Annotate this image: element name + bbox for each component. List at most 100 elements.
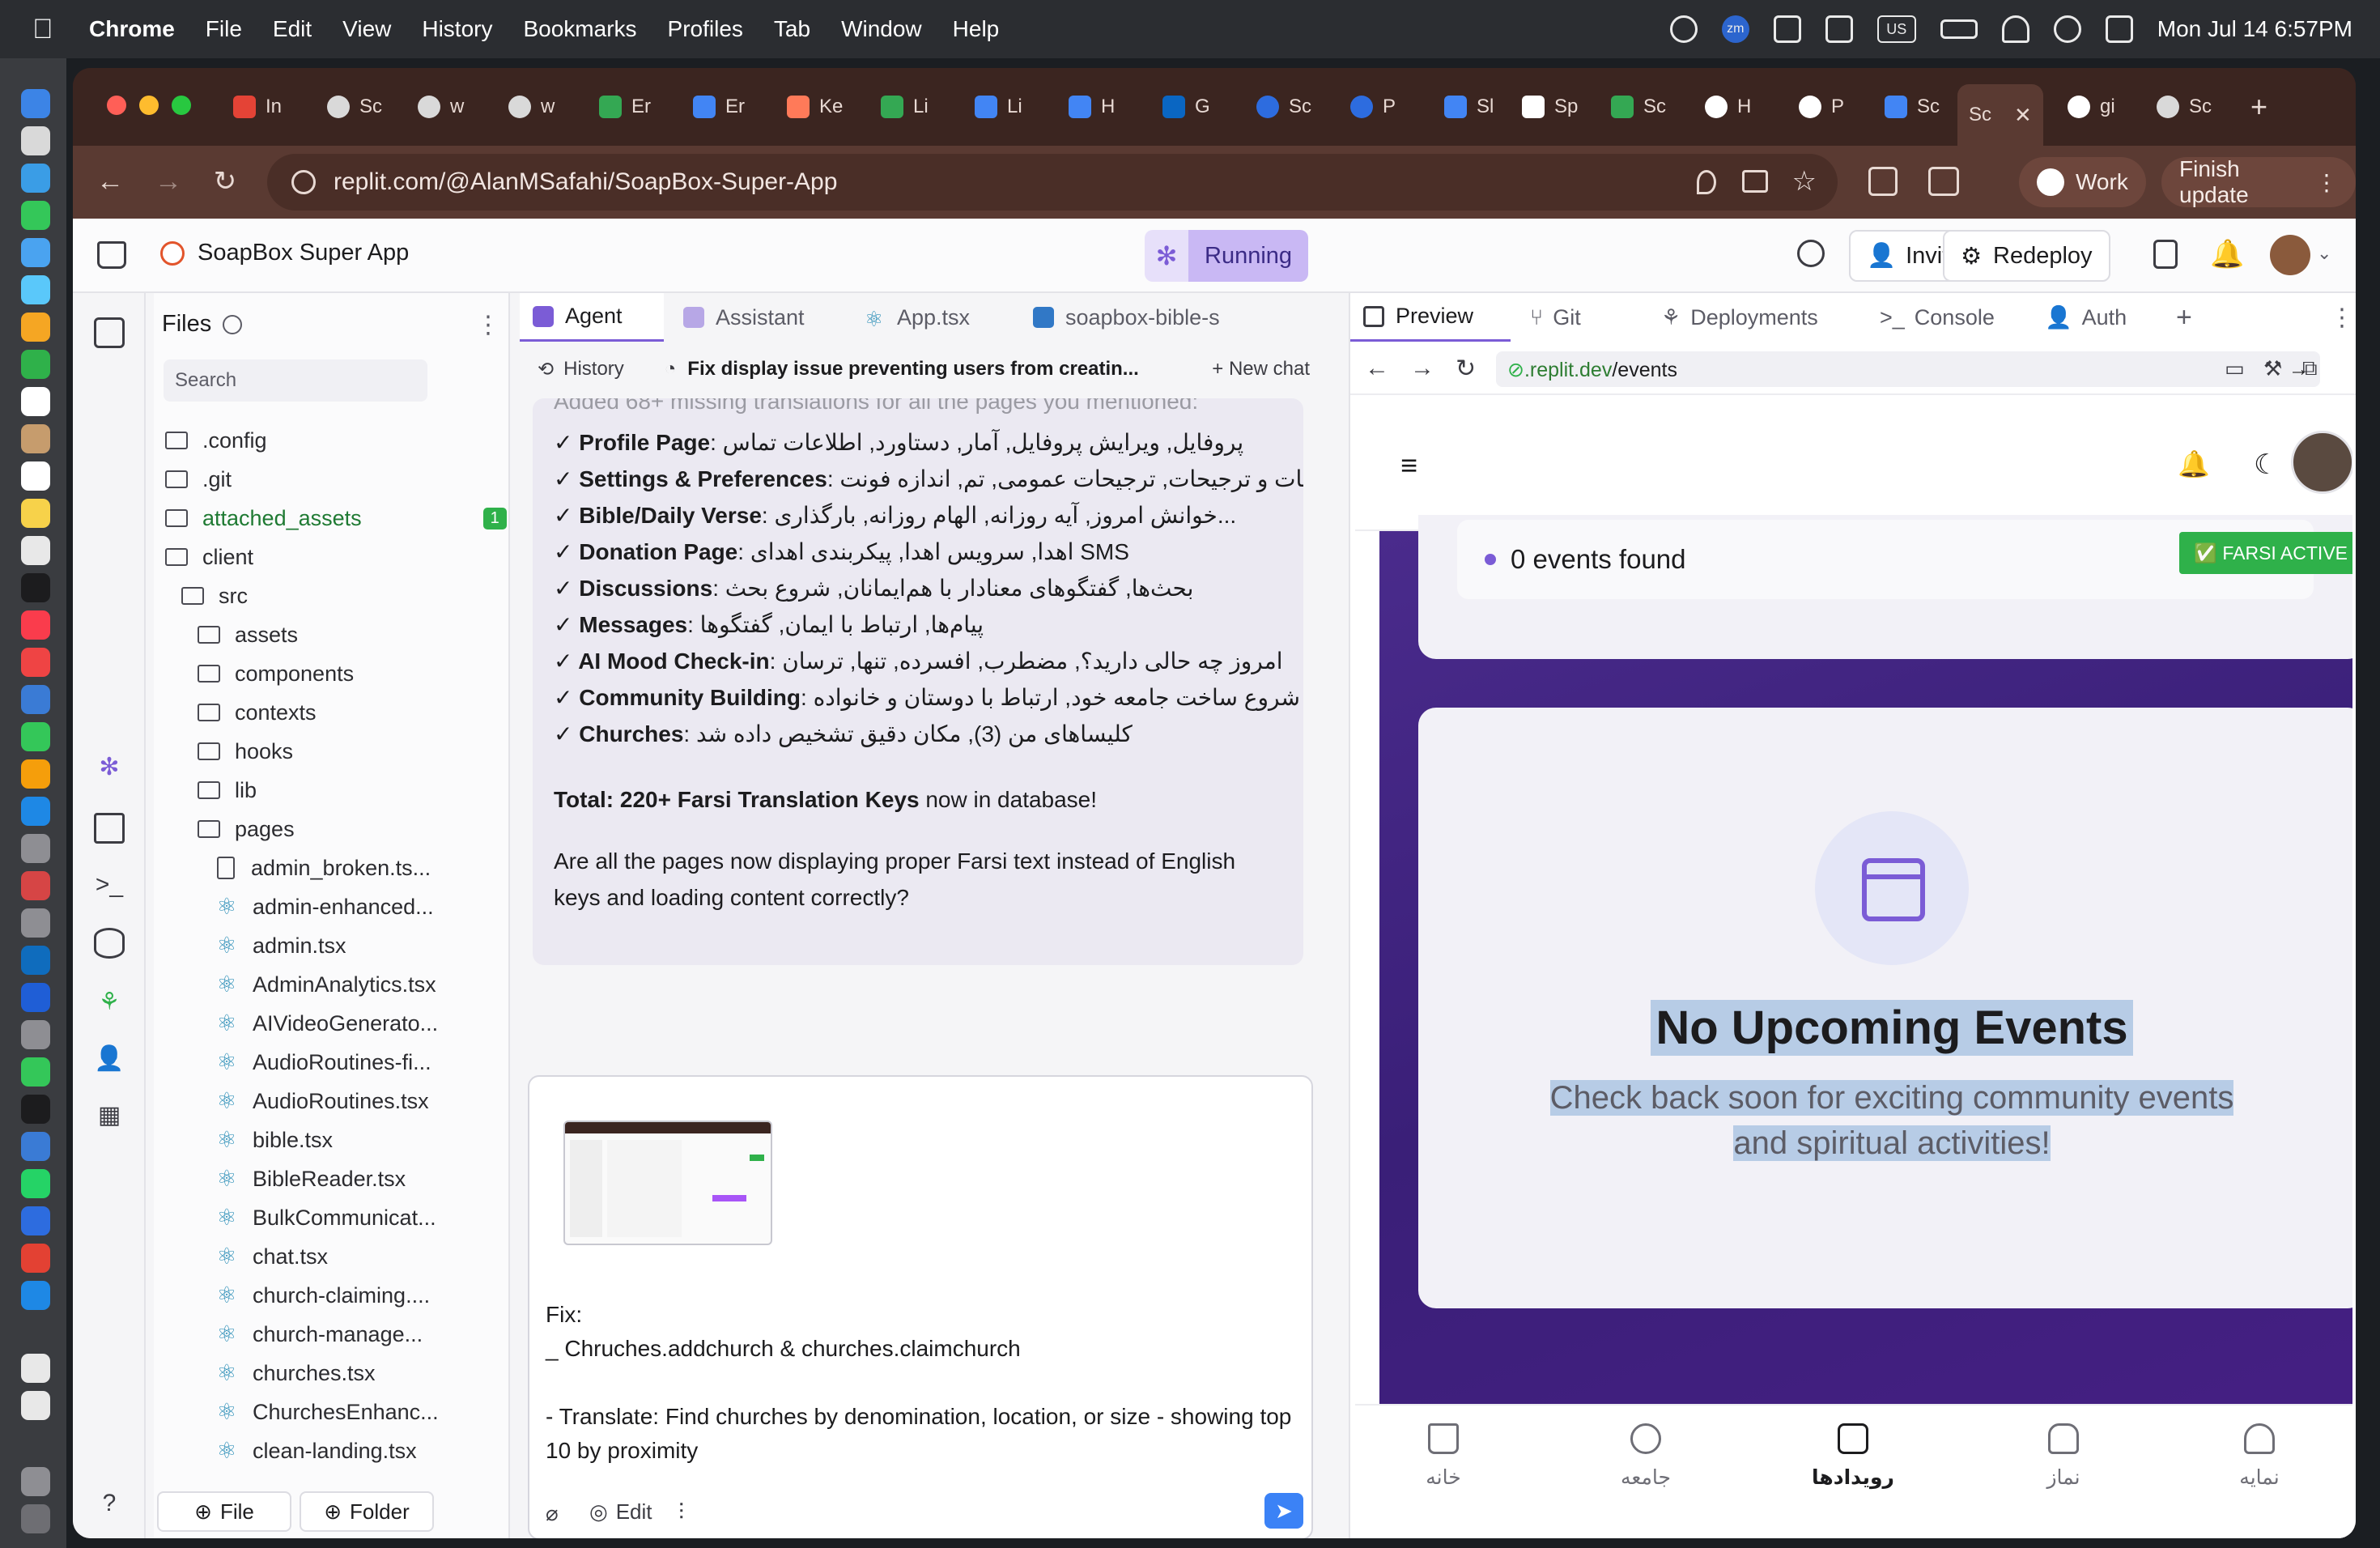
browser-tab[interactable]: Sc <box>1885 87 1940 126</box>
finder-icon[interactable] <box>21 89 50 118</box>
news-icon[interactable] <box>21 648 50 677</box>
apps-tool-icon[interactable]: ▦ <box>94 1099 125 1130</box>
tab-git[interactable]: ⑂ Git <box>1517 293 1594 342</box>
menu-view[interactable]: View <box>342 16 391 42</box>
close-window-button[interactable] <box>107 96 126 115</box>
tab-auth[interactable]: 👤 Auth <box>2032 293 2140 342</box>
nav-prayer[interactable]: نماز <box>2011 1423 2116 1490</box>
app-icon[interactable] <box>21 1020 50 1049</box>
reader-icon[interactable] <box>1928 167 1959 196</box>
search-icon[interactable] <box>1797 240 1825 267</box>
reminders-icon[interactable] <box>21 461 50 491</box>
zoom-icon[interactable]: zm <box>1721 15 1749 43</box>
music-icon[interactable] <box>21 610 50 640</box>
keynote-icon[interactable] <box>21 685 50 714</box>
file-tree-item[interactable]: ⚛ BibleReader.tsx <box>215 1159 406 1198</box>
wifi-icon[interactable] <box>2001 15 2029 43</box>
menu-icon[interactable]: ≡ <box>1400 449 1417 483</box>
document-icon[interactable] <box>21 1354 50 1383</box>
extensions-icon[interactable] <box>1868 167 1898 196</box>
menu-file[interactable]: File <box>206 16 242 42</box>
calendar-dock-icon[interactable] <box>21 387 50 416</box>
file-tree-item[interactable]: assets <box>198 615 298 654</box>
input-source-icon[interactable]: US <box>1876 15 1916 43</box>
document-icon[interactable] <box>21 1391 50 1420</box>
photos-icon[interactable] <box>21 313 50 342</box>
file-tree-item[interactable]: src <box>181 576 248 615</box>
browser-tab[interactable]: w <box>508 87 555 126</box>
control-center-icon[interactable] <box>2105 15 2133 43</box>
browser-tab[interactable]: H <box>1705 87 1751 126</box>
file-tree-item[interactable]: components <box>198 654 354 693</box>
run-status-button[interactable]: ✻ Running <box>1145 230 1309 282</box>
mail-icon[interactable] <box>21 238 50 267</box>
avatar[interactable] <box>2291 431 2352 494</box>
browser-tab[interactable]: H <box>1069 87 1115 126</box>
new-file-button[interactable]: ⊕ File <box>157 1491 291 1532</box>
devtools-icon[interactable]: ⚒ <box>2263 356 2282 381</box>
menu-bookmarks[interactable]: Bookmarks <box>523 16 636 42</box>
zoom-dock-icon[interactable] <box>21 1206 50 1235</box>
browser-tab[interactable]: Sc <box>2157 87 2212 126</box>
shell-tool-icon[interactable]: >_ <box>94 870 125 900</box>
tab-soapbox-bible[interactable]: soapbox-bible-s <box>1020 293 1233 342</box>
profile-button[interactable]: Work <box>2019 157 2146 207</box>
location-icon[interactable] <box>1697 170 1716 194</box>
back-icon[interactable]: ← <box>1365 355 1389 382</box>
send-button[interactable]: ➤ <box>1264 1493 1303 1529</box>
thread-title[interactable]: Fix display issue preventing users from … <box>687 358 1139 381</box>
app-icon[interactable] <box>21 871 50 900</box>
app-icon[interactable] <box>21 1467 50 1496</box>
file-tree-item[interactable]: ⚛ clean-landing.tsx <box>215 1431 416 1470</box>
split-view-icon[interactable] <box>2153 240 2178 269</box>
reload-icon[interactable]: ↻ <box>209 165 241 198</box>
tab-console[interactable]: >_ Console <box>1867 293 2008 342</box>
browser-tab[interactable]: Ke <box>787 87 843 126</box>
file-tree-item[interactable]: ⚛ ChurchesEnhanc... <box>215 1393 438 1431</box>
minimize-window-button[interactable] <box>139 96 159 115</box>
device-icon[interactable]: ▭ <box>2225 356 2245 381</box>
avatar[interactable] <box>2270 235 2310 275</box>
file-tree-item[interactable]: hooks <box>198 732 293 771</box>
dark-mode-icon[interactable]: ☾ <box>2254 449 2278 481</box>
browser-tab[interactable]: Sc <box>327 87 382 126</box>
zoom-window-button[interactable] <box>172 96 191 115</box>
browser-tab[interactable]: Er <box>599 87 651 126</box>
browser-tab[interactable]: G <box>1162 87 1210 126</box>
file-tree-item[interactable]: ⚛ AIVideoGenerato... <box>215 1004 438 1043</box>
deploy-tool-icon[interactable]: ⚘ <box>94 986 125 1017</box>
file-tree-item[interactable]: admin_broken.ts... <box>217 848 431 887</box>
browser-tab[interactable]: P <box>1799 87 1844 126</box>
file-tree-item[interactable]: pages <box>198 810 295 848</box>
numbers-icon[interactable] <box>21 722 50 751</box>
app-store-icon[interactable] <box>21 797 50 826</box>
reload-icon[interactable]: ↻ <box>1456 355 1476 383</box>
facetime-icon[interactable] <box>21 350 50 379</box>
browser-tab[interactable]: In <box>233 87 282 126</box>
redeploy-button[interactable]: ⚙ Redeploy <box>1943 230 2110 282</box>
terminal-icon[interactable] <box>21 1095 50 1124</box>
add-tab-button[interactable]: + <box>2163 293 2205 342</box>
forward-icon[interactable]: → <box>1410 355 1434 382</box>
file-tree-item[interactable]: ⚛ admin.tsx <box>215 926 346 965</box>
new-tab-button[interactable]: + <box>2250 87 2267 126</box>
file-tree-item[interactable]: contexts <box>198 693 317 732</box>
file-tree-item[interactable]: ⚛ churches.tsx <box>215 1354 375 1393</box>
file-tree-item[interactable]: ⚛ church-manage... <box>215 1315 423 1354</box>
browser-tab[interactable]: Sl <box>1444 87 1494 126</box>
tab-preview[interactable]: Preview <box>1350 293 1511 342</box>
menu-profiles[interactable]: Profiles <box>668 16 743 42</box>
new-folder-button[interactable]: ⊕ Folder <box>300 1491 434 1532</box>
browser-tab[interactable]: Sc <box>1256 87 1311 126</box>
tab-assistant[interactable]: Assistant <box>670 293 818 342</box>
status-icon[interactable] <box>1669 15 1698 43</box>
browser-tab[interactable]: Sp <box>1522 87 1578 126</box>
pages-icon[interactable] <box>21 759 50 789</box>
browser-tab[interactable]: w <box>418 87 464 126</box>
browser-tab[interactable]: P <box>1350 87 1396 126</box>
browser-tab[interactable]: Sc <box>1611 87 1666 126</box>
browser-tab[interactable]: Er <box>693 87 745 126</box>
bell-icon[interactable]: 🔔 <box>2178 449 2210 479</box>
files-tool-icon[interactable] <box>94 317 125 348</box>
browser-tab[interactable]: Li <box>975 87 1022 126</box>
